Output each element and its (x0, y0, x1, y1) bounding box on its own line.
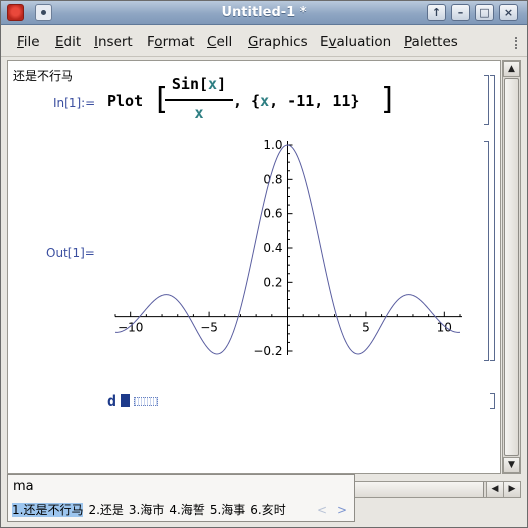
x-tick-label: 10 (437, 321, 452, 335)
ime-candidate[interactable]: 5.海事 (210, 503, 245, 517)
numerator-variable: x (208, 75, 218, 93)
group-cell-bracket[interactable] (490, 75, 495, 361)
maximize-icon[interactable]: □ (475, 4, 494, 21)
ime-candidate[interactable]: 4.海誓 (169, 503, 204, 517)
menu-cell[interactable]: Cell (207, 34, 232, 50)
menu-file[interactable]: File (17, 34, 40, 50)
close-bracket: ] (379, 82, 398, 117)
scroll-left-icon[interactable]: ◀ (486, 482, 503, 497)
up-icon[interactable]: ↑ (427, 4, 446, 21)
vertical-scrollbar[interactable]: ▲ ▼ (502, 60, 521, 474)
output-cell-bracket[interactable] (484, 141, 489, 361)
numerator: Sin[x] (171, 75, 227, 93)
scroll-right-icon[interactable]: ▶ (503, 482, 520, 497)
vertical-scroll-thumb[interactable] (504, 78, 519, 456)
y-tick-label: 0.2 (263, 275, 282, 289)
notebook-window: Untitled-1 * ↑ – □ × File Edit Insert Forma… (0, 0, 528, 528)
denominator: x (194, 104, 204, 122)
input-cell-bracket[interactable] (484, 75, 489, 125)
menu-palettes[interactable]: Palettes (404, 34, 458, 50)
ime-candidate-window: ma 1.还是不行马 2.还是 3.海市 4.海誓 5.海事 6.亥时 < > (7, 474, 355, 522)
y-tick-label: 0.8 (263, 172, 282, 186)
ime-candidate[interactable]: 1.还是不行马 (12, 503, 84, 517)
text-cell[interactable]: 还是不行马 (13, 67, 73, 84)
input-label: In[1]:= (53, 96, 96, 110)
text-cursor (121, 394, 130, 407)
minimize-icon[interactable]: – (451, 4, 470, 21)
menu-evaluation[interactable]: Evaluation (320, 34, 391, 50)
ime-preedit-box (134, 397, 158, 406)
plot-graphic[interactable]: −10 −5 5 10 −0.2 0.2 0.4 0.6 0.8 1.0 (105, 135, 470, 367)
menu-edit[interactable]: Edit (55, 34, 81, 50)
toolbar-grip-icon[interactable] (515, 37, 521, 49)
x-tick-label: −10 (118, 321, 143, 335)
menu-insert[interactable]: Insert (94, 34, 133, 50)
typing-cell[interactable]: d (107, 392, 116, 410)
x-tick-label: −5 (200, 321, 218, 335)
y-tick-label: 1.0 (263, 138, 282, 152)
x-tick-label: 5 (362, 321, 370, 335)
scroll-up-icon[interactable]: ▲ (503, 61, 520, 77)
ime-candidate[interactable]: 3.海市 (129, 503, 164, 517)
ime-input-text: ma (13, 479, 34, 494)
title-bar[interactable]: Untitled-1 * ↑ – □ × (1, 1, 527, 25)
close-icon[interactable]: × (499, 4, 518, 21)
output-label: Out[1]= (46, 246, 95, 260)
plot-function: Plot (107, 92, 144, 110)
notebook-area[interactable]: 还是不行马 In[1]:= Plot [ Sin[x] x , {x, -11,… (7, 60, 501, 474)
sin-function: Sin (171, 75, 199, 93)
y-tick-label: −0.2 (253, 344, 282, 358)
ime-next-page-icon[interactable]: > (334, 502, 350, 518)
horizontal-scrollbar[interactable]: ◀ ▶ (353, 481, 521, 498)
y-tick-label: 0.4 (263, 241, 282, 255)
ime-candidate-list: 1.还是不行马 2.还是 3.海市 4.海誓 5.海事 6.亥时 (12, 501, 291, 518)
fraction-bar (165, 99, 233, 101)
window-title: Untitled-1 * (221, 5, 307, 20)
horizontal-scroll-thumb[interactable] (354, 482, 484, 497)
scroll-down-icon[interactable]: ▼ (503, 457, 520, 473)
ime-candidate[interactable]: 6.亥时 (250, 503, 285, 517)
range-spec: , {x, -11, 11} (233, 92, 360, 110)
y-tick-label: 0.6 (263, 207, 282, 221)
menu-graphics[interactable]: Graphics (248, 34, 308, 50)
menu-bar: File Edit Insert Format Cell Graphics Evaluati… (1, 27, 527, 57)
typing-cell-bracket[interactable] (490, 393, 495, 409)
ime-prev-page-icon[interactable]: < (314, 502, 330, 518)
ime-candidate[interactable]: 2.还是 (88, 503, 123, 517)
menu-format[interactable]: Format (147, 34, 195, 50)
